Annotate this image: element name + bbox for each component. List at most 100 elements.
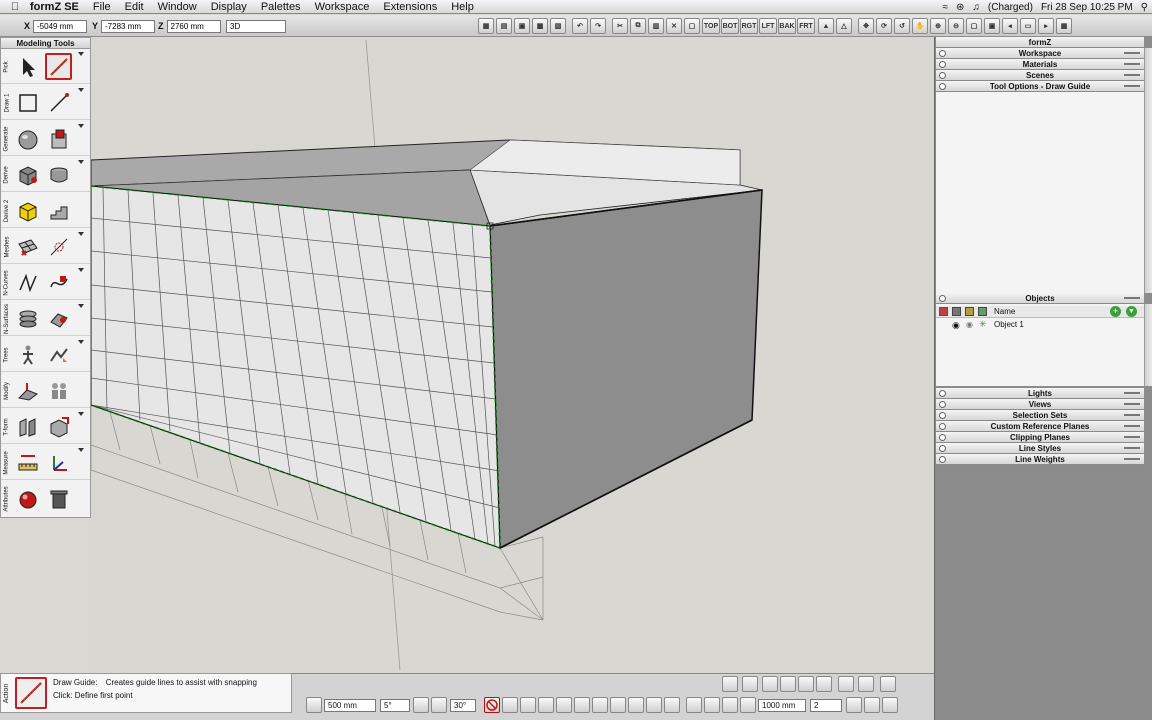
distance-field[interactable]: 1000 mm [758,699,806,712]
x-coordinate-field[interactable] [33,19,88,33]
chevron-down-icon[interactable] [78,88,84,92]
settings-icon[interactable] [846,697,862,713]
material-ball-icon[interactable] [14,485,41,512]
print-icon[interactable]: ▣ [514,18,530,34]
volume-icon[interactable]: ♫ [972,2,980,13]
zoom-out-icon[interactable]: ⊖ [948,18,964,34]
chevron-down-icon[interactable] [78,232,84,236]
snap-segment-icon[interactable] [556,697,572,713]
axes-icon[interactable] [45,449,72,476]
sweep-icon[interactable] [45,305,72,332]
display-hidden-icon[interactable] [742,676,758,692]
line-styles-section[interactable]: Line Styles [936,443,1144,454]
chevron-down-icon[interactable] [78,412,84,416]
move-icon[interactable] [14,413,41,440]
views-section[interactable]: Views [936,399,1144,410]
extrude-icon[interactable] [45,125,72,152]
view-front-button[interactable]: FRT [797,18,815,34]
selection-sets-section[interactable]: Selection Sets [936,410,1144,421]
view-top-button[interactable]: TOP [702,18,720,34]
figure-icon[interactable] [14,341,41,368]
line-icon[interactable] [45,89,72,116]
chevron-down-icon[interactable] [78,304,84,308]
copy-transform-icon[interactable] [45,413,72,440]
spotlight-icon[interactable]: ⚲ [1141,2,1148,13]
options-icon[interactable] [864,697,880,713]
chevron-down-icon[interactable] [78,124,84,128]
current-tool-icon[interactable] [15,677,47,709]
hand-icon[interactable]: ✋ [912,18,928,34]
draw-guide-tool-icon[interactable] [45,53,72,80]
pick-arrow-icon[interactable] [14,53,41,80]
lights-section[interactable]: Lights [936,388,1144,399]
mesh-icon[interactable] [14,233,41,260]
snap-point-icon[interactable] [502,697,518,713]
display-render-icon[interactable] [816,676,832,692]
snap-intersection-icon[interactable] [574,697,590,713]
grid-snap-icon[interactable] [306,697,322,713]
reference-plane-icon[interactable]: ▢ [684,18,700,34]
collapse-icon[interactable] [939,83,946,90]
collapse-icon[interactable] [939,61,946,68]
mode-select-field[interactable] [226,19,286,33]
display-sketch-icon[interactable] [798,676,814,692]
copy-icon[interactable]: ⧉ [630,18,646,34]
pan-icon[interactable]: ✥ [858,18,874,34]
modeling-viewport[interactable] [91,37,934,673]
z-coordinate-field[interactable] [166,19,221,33]
menu-extensions[interactable]: Extensions [383,1,437,13]
app-menu[interactable]: formZ SE [30,1,79,13]
object-row[interactable]: ◉ ◉ ✳ Object 1 [936,319,1144,331]
zoom-all-icon[interactable]: ▣ [984,18,1000,34]
no-snap-icon[interactable] [484,697,500,713]
axonometric-icon[interactable]: ▲ [818,18,834,34]
view-back-button[interactable]: BAK [778,18,796,34]
collapse-icon[interactable] [939,401,946,408]
box-icon[interactable] [858,676,874,692]
display-shaded-icon[interactable] [762,676,778,692]
view-bottom-button[interactable]: BOT [721,18,739,34]
collapse-icon[interactable] [939,390,946,397]
stairs-icon[interactable] [45,197,72,224]
wifi-icon[interactable]: ≈ [943,2,949,13]
plane-icon[interactable] [686,697,702,713]
sphere-icon[interactable] [14,125,41,152]
collapse-icon[interactable] [939,72,946,79]
custom-reference-planes-section[interactable]: Custom Reference Planes [936,421,1144,432]
wedge-icon[interactable] [14,377,41,404]
add-object-icon[interactable]: + [1110,306,1121,317]
type-header-icon[interactable] [978,307,987,316]
count-field[interactable]: 2 [810,699,842,712]
open-icon[interactable]: ▦ [478,18,494,34]
delete-icon[interactable]: ✕ [666,18,682,34]
snap-face-icon[interactable] [628,697,644,713]
tool-options-section[interactable]: Tool Options - Draw Guide [936,81,1144,92]
model-drawing[interactable] [91,37,934,673]
rotation-icon[interactable] [431,697,447,713]
chevron-down-icon[interactable] [78,52,84,56]
cube-derive-icon[interactable] [14,161,41,188]
y-coordinate-field[interactable] [101,19,156,33]
previous-view-icon[interactable]: ◂ [1002,18,1018,34]
zoom-window-icon[interactable]: ▢ [966,18,982,34]
menu-workspace[interactable]: Workspace [315,1,370,13]
workspace-section[interactable]: Workspace [936,48,1144,59]
objects-name-column[interactable]: Name [994,307,1015,316]
display-smooth-icon[interactable] [780,676,796,692]
bluetooth-icon[interactable]: ⊛ [956,2,964,13]
direction-icon[interactable] [704,697,720,713]
view-settings-icon[interactable]: ▦ [1056,18,1072,34]
undo-icon[interactable]: ↶ [572,18,588,34]
cut-icon[interactable]: ✂ [612,18,628,34]
snap-center-icon[interactable] [610,697,626,713]
clipping-planes-section[interactable]: Clipping Planes [936,432,1144,443]
menu-window[interactable]: Window [158,1,197,13]
perspective-icon[interactable]: △ [836,18,852,34]
object-name[interactable]: Object 1 [994,320,1024,329]
grid-size-field[interactable]: 500 mm [324,699,376,712]
pen-icon[interactable] [838,676,854,692]
fit-view-icon[interactable]: ▭ [1020,18,1036,34]
revolve-icon[interactable] [45,161,72,188]
walk-icon[interactable]: ↺ [894,18,910,34]
zoom-in-icon[interactable]: ⊕ [930,18,946,34]
